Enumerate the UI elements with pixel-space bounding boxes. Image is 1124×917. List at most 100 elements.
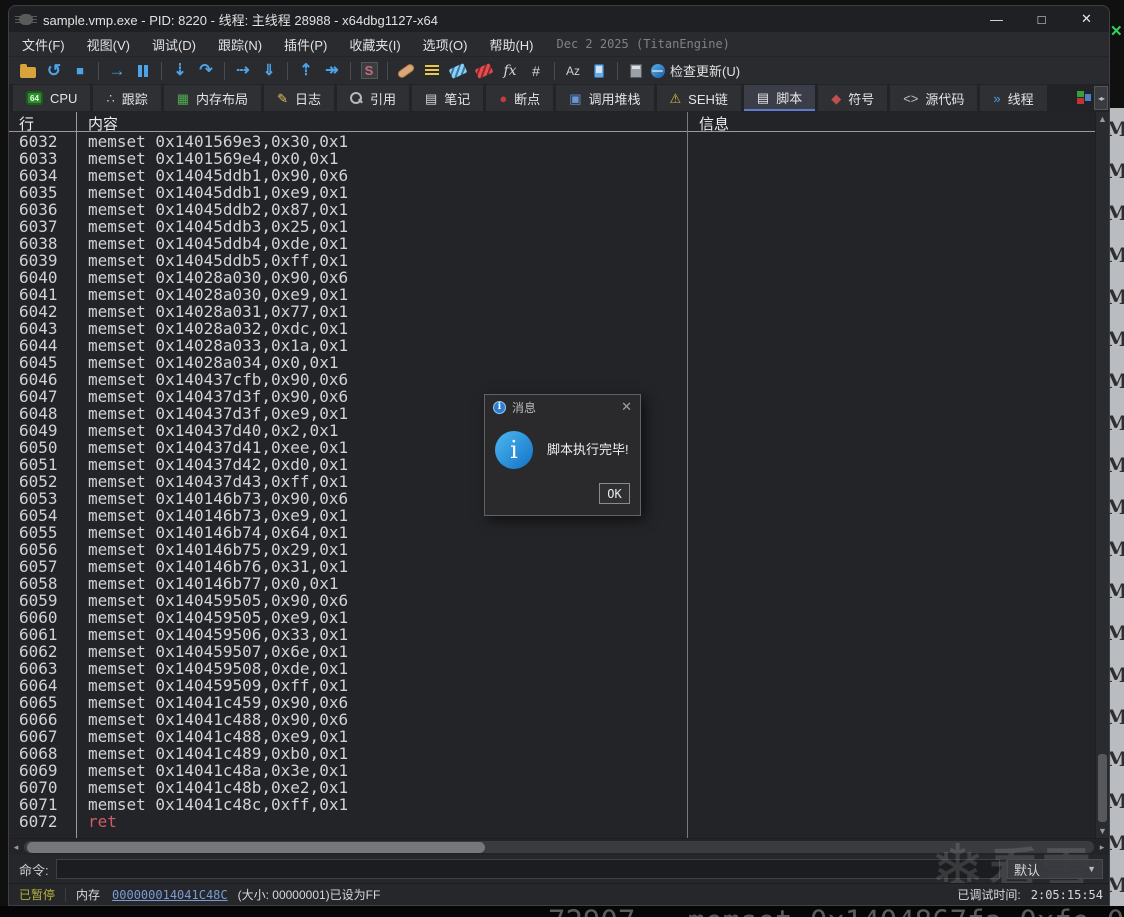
tab-log[interactable]: ✎ 日志: [264, 85, 334, 111]
column-header-line[interactable]: 行: [19, 113, 34, 134]
table-row[interactable]: 6043 memset 0x14028a032,0xdc,0x1: [9, 320, 687, 337]
tab-call-stack[interactable]: ▣ 调用堆栈: [556, 85, 654, 111]
maximize-button[interactable]: □: [1019, 6, 1064, 32]
hash-button[interactable]: #: [523, 59, 549, 83]
open-file-button[interactable]: [15, 59, 41, 83]
profile-dropdown[interactable]: 默认 ▼: [1007, 859, 1103, 879]
table-row[interactable]: 6036 memset 0x14045ddb2,0x87,0x1: [9, 201, 687, 218]
tab-source[interactable]: <> 源代码: [890, 85, 978, 111]
vertical-scrollbar[interactable]: ▲ ▼: [1095, 112, 1109, 838]
table-row[interactable]: 6063 memset 0x140459508,0xde,0x1: [9, 660, 687, 677]
table-row[interactable]: 6035 memset 0x14045ddb1,0xe9,0x1: [9, 184, 687, 201]
tab-memory-map[interactable]: ▦ 内存布局: [163, 85, 262, 111]
table-row[interactable]: 6068 memset 0x14041c489,0xb0,0x1: [9, 745, 687, 762]
horizontal-scroll-track[interactable]: [24, 841, 1094, 853]
update-button[interactable]: 检查更新(U): [649, 59, 742, 83]
scroll-left-arrow-icon[interactable]: ◂: [9, 839, 23, 855]
table-row[interactable]: 6066 memset 0x14041c488,0x90,0x6: [9, 711, 687, 728]
scroll-up-arrow-icon[interactable]: ▲: [1096, 112, 1109, 126]
label-button[interactable]: [445, 59, 471, 83]
table-row[interactable]: 6069 memset 0x14041c48a,0x3e,0x1: [9, 762, 687, 779]
comment-button[interactable]: [419, 59, 445, 83]
menu-help[interactable]: 帮助(H): [478, 32, 544, 56]
skip-button[interactable]: ⇓: [256, 59, 282, 83]
table-row[interactable]: 6070 memset 0x14041c48b,0xe2,0x1: [9, 779, 687, 796]
tab-threads[interactable]: » 线程: [980, 85, 1047, 111]
table-row[interactable]: 6057 memset 0x140146b76,0x31,0x1: [9, 558, 687, 575]
menu-favourites[interactable]: 收藏夹(I): [338, 32, 411, 56]
tab-references[interactable]: 引用: [336, 85, 409, 111]
table-row[interactable]: 6042 memset 0x14028a031,0x77,0x1: [9, 303, 687, 320]
table-row[interactable]: 6033 memset 0x1401569e4,0x0,0x1: [9, 150, 687, 167]
breakpoint-button[interactable]: [471, 59, 497, 83]
tab-seh[interactable]: ⚠ SEH链: [656, 85, 741, 111]
ok-button[interactable]: OK: [599, 483, 630, 504]
column-header-content[interactable]: 内容: [88, 113, 118, 134]
run-to-user-code-button[interactable]: ↠: [319, 59, 345, 83]
pause-button[interactable]: [130, 59, 156, 83]
calculator-button[interactable]: [623, 59, 649, 83]
horizontal-scrollbar[interactable]: ◂ ▸: [9, 838, 1109, 855]
tab-symbols[interactable]: ◆ 符号: [818, 85, 888, 111]
table-row[interactable]: 6045 memset 0x14028a034,0x0,0x1: [9, 354, 687, 371]
scroll-down-arrow-icon[interactable]: ▼: [1096, 824, 1109, 838]
tab-detach-icon[interactable]: [1077, 91, 1092, 105]
table-row[interactable]: 6046 memset 0x140437cfb,0x90,0x6: [9, 371, 687, 388]
status-address-link[interactable]: 000000014041C48C: [112, 888, 228, 902]
table-row[interactable]: 6044 memset 0x14028a033,0x1a,0x1: [9, 337, 687, 354]
animate-into-button[interactable]: ⇢: [230, 59, 256, 83]
horizontal-scroll-thumb[interactable]: [27, 842, 485, 853]
text-encoding-button[interactable]: Az: [560, 59, 586, 83]
patch-button[interactable]: [393, 59, 419, 83]
table-row[interactable]: 6059 memset 0x140459505,0x90,0x6: [9, 592, 687, 609]
menu-trace[interactable]: 跟踪(N): [207, 32, 273, 56]
tab-cpu[interactable]: 64 CPU: [13, 85, 91, 111]
table-row[interactable]: 6061 memset 0x140459506,0x33,0x1: [9, 626, 687, 643]
table-row[interactable]: 6055 memset 0x140146b74,0x64,0x1: [9, 524, 687, 541]
table-row[interactable]: 6034 memset 0x14045ddb1,0x90,0x6: [9, 167, 687, 184]
table-row[interactable]: 6056 memset 0x140146b75,0x29,0x1: [9, 541, 687, 558]
menu-debug[interactable]: 调试(D): [141, 32, 207, 56]
menu-view[interactable]: 视图(V): [76, 32, 141, 56]
script-toggle-button[interactable]: S: [356, 59, 382, 83]
menu-plugins[interactable]: 插件(P): [273, 32, 338, 56]
run-button[interactable]: →: [104, 59, 130, 83]
minimize-button[interactable]: —: [974, 6, 1019, 32]
dialog-close-icon[interactable]: ✕: [621, 399, 632, 415]
step-into-button[interactable]: ⇣: [167, 59, 193, 83]
function-button[interactable]: fx: [497, 59, 523, 83]
line-number: 6063: [19, 659, 58, 678]
tab-script[interactable]: ▤ 脚本: [743, 85, 816, 111]
step-over-button[interactable]: ↷: [193, 59, 219, 83]
command-input[interactable]: [55, 859, 1000, 879]
tab-scroll-controls[interactable]: ◂▸: [1094, 86, 1108, 110]
table-row[interactable]: 6072 ret: [9, 813, 687, 830]
device-button[interactable]: [586, 59, 612, 83]
table-row[interactable]: 6041 memset 0x14028a030,0xe9,0x1: [9, 286, 687, 303]
table-row[interactable]: 6067 memset 0x14041c488,0xe9,0x1: [9, 728, 687, 745]
table-row[interactable]: 6065 memset 0x14041c459,0x90,0x6: [9, 694, 687, 711]
table-row[interactable]: 6038 memset 0x14045ddb4,0xde,0x1: [9, 235, 687, 252]
table-row[interactable]: 6058 memset 0x140146b77,0x0,0x1: [9, 575, 687, 592]
panel-splitter[interactable]: [687, 112, 688, 838]
table-row[interactable]: 6062 memset 0x140459507,0x6e,0x1: [9, 643, 687, 660]
table-row[interactable]: 6064 memset 0x140459509,0xff,0x1: [9, 677, 687, 694]
menu-file[interactable]: 文件(F): [11, 32, 76, 56]
vertical-scroll-thumb[interactable]: [1098, 754, 1107, 822]
tab-notes[interactable]: ▤ 笔记: [412, 85, 484, 111]
table-row[interactable]: 6071 memset 0x14041c48c,0xff,0x1: [9, 796, 687, 813]
table-row[interactable]: 6032 memset 0x1401569e3,0x30,0x1: [9, 133, 687, 150]
stop-button[interactable]: ■: [67, 59, 93, 83]
table-row[interactable]: 6060 memset 0x140459505,0xe9,0x1: [9, 609, 687, 626]
tab-breakpoints[interactable]: ● 断点: [486, 85, 554, 111]
column-header-info[interactable]: 信息: [699, 113, 729, 134]
step-out-button[interactable]: ⇡: [293, 59, 319, 83]
menu-options[interactable]: 选项(O): [412, 32, 479, 56]
table-row[interactable]: 6039 memset 0x14045ddb5,0xff,0x1: [9, 252, 687, 269]
close-button[interactable]: ✕: [1064, 6, 1109, 32]
tab-trace[interactable]: ∴ 跟踪: [93, 85, 161, 111]
restart-button[interactable]: ↺: [41, 59, 67, 83]
scroll-right-arrow-icon[interactable]: ▸: [1095, 839, 1109, 855]
table-row[interactable]: 6037 memset 0x14045ddb3,0x25,0x1: [9, 218, 687, 235]
table-row[interactable]: 6040 memset 0x14028a030,0x90,0x6: [9, 269, 687, 286]
